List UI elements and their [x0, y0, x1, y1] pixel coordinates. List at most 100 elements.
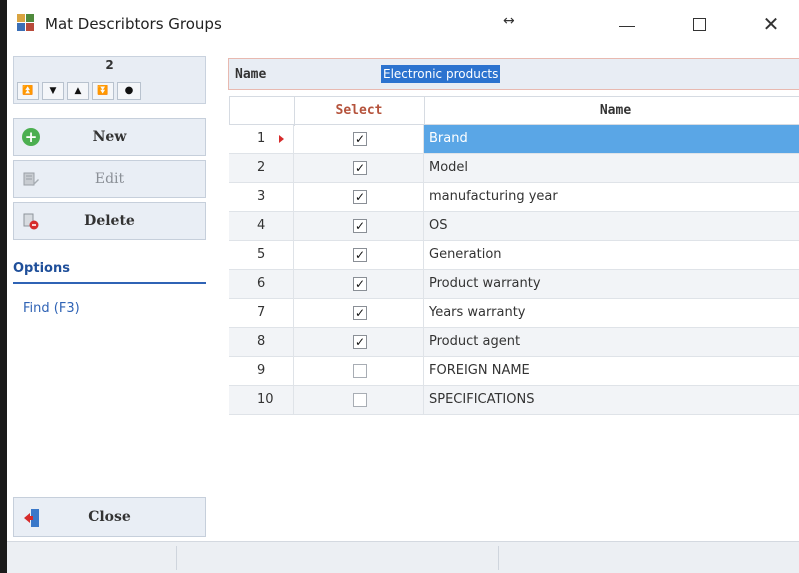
- record-number: 2: [105, 58, 114, 72]
- last-record-button[interactable]: ⏬: [92, 82, 114, 100]
- table-row[interactable]: 3 ✓ manufacturing year: [229, 183, 799, 212]
- select-checkbox[interactable]: ✓: [353, 306, 367, 320]
- grid-header: Select Name: [229, 96, 799, 126]
- window-title: Mat Describtors Groups: [45, 15, 222, 33]
- descriptor-name: Years warranty: [429, 305, 526, 320]
- column-divider: [423, 154, 424, 182]
- column-divider: [293, 386, 294, 414]
- select-checkbox[interactable]: [353, 364, 367, 378]
- app-icon: [17, 14, 35, 32]
- name-cell-background: [423, 125, 799, 153]
- table-row[interactable]: 9 FOREIGN NAME: [229, 357, 799, 386]
- row-number: 10: [257, 392, 274, 407]
- row-number: 2: [257, 160, 266, 175]
- close-window-button[interactable]: ✕: [751, 8, 791, 40]
- table-row[interactable]: 8 ✓ Product agent: [229, 328, 799, 357]
- edit-button-label: Edit: [94, 171, 125, 187]
- previous-record-button[interactable]: ▲: [67, 82, 89, 100]
- title-bar[interactable]: Mat Describtors Groups ↔ ✕: [7, 0, 799, 46]
- column-divider: [293, 154, 294, 182]
- minimize-icon: [619, 25, 635, 27]
- app-window: Mat Describtors Groups ↔ ✕ 2 ⏫ ▼ ▲ ⏬ ● +…: [0, 0, 799, 573]
- table-row[interactable]: 2 ✓ Model: [229, 154, 799, 183]
- descriptor-name: Model: [429, 160, 469, 175]
- select-column-header[interactable]: Select: [294, 103, 424, 118]
- select-checkbox[interactable]: ✓: [353, 277, 367, 291]
- select-checkbox[interactable]: ✓: [353, 161, 367, 175]
- select-checkbox[interactable]: ✓: [353, 335, 367, 349]
- options-divider: [13, 282, 206, 284]
- descriptor-name: Brand: [429, 131, 468, 146]
- table-row[interactable]: 7 ✓ Years warranty: [229, 299, 799, 328]
- name-cell-background: [423, 212, 799, 240]
- column-divider: [423, 241, 424, 269]
- row-number: 8: [257, 334, 266, 349]
- close-button-label: Close: [88, 509, 131, 525]
- column-divider: [293, 357, 294, 385]
- maximize-icon: [692, 17, 706, 31]
- row-number: 1: [257, 131, 266, 146]
- close-icon: ✕: [762, 12, 780, 36]
- column-divider: [423, 270, 424, 298]
- row-number: 7: [257, 305, 266, 320]
- row-number: 4: [257, 218, 266, 233]
- status-segment: [7, 546, 177, 570]
- row-number: 5: [257, 247, 266, 262]
- current-row-marker-icon: [279, 135, 284, 143]
- table-row[interactable]: 1 ✓ Brand: [229, 125, 799, 154]
- status-bar: [7, 541, 799, 573]
- table-row[interactable]: 10 SPECIFICATIONS: [229, 386, 799, 415]
- name-column-header[interactable]: Name: [424, 103, 799, 118]
- new-button[interactable]: + New: [13, 118, 206, 156]
- column-divider: [423, 183, 424, 211]
- table-row[interactable]: 6 ✓ Product warranty: [229, 270, 799, 299]
- current-record-button[interactable]: ●: [117, 82, 141, 100]
- new-button-label: New: [92, 129, 127, 145]
- column-divider: [423, 357, 424, 385]
- row-number: 6: [257, 276, 266, 291]
- column-divider: [293, 212, 294, 240]
- close-button[interactable]: Close: [13, 497, 206, 537]
- options-header: Options: [13, 261, 70, 276]
- status-segment: [177, 546, 499, 570]
- left-panel: 2 ⏫ ▼ ▲ ⏬ ● + New Edit Delete Options Fi…: [7, 56, 207, 541]
- select-checkbox[interactable]: [353, 393, 367, 407]
- descriptor-name: SPECIFICATIONS: [429, 392, 535, 407]
- minimize-button[interactable]: [607, 8, 647, 40]
- edit-button[interactable]: Edit: [13, 160, 206, 198]
- row-number: 9: [257, 363, 266, 378]
- column-divider: [293, 299, 294, 327]
- column-divider: [423, 212, 424, 240]
- column-divider: [293, 125, 294, 153]
- name-label: Name: [235, 67, 267, 82]
- name-input[interactable]: Electronic products: [381, 65, 501, 83]
- first-record-button[interactable]: ⏫: [17, 82, 39, 100]
- table-row[interactable]: 5 ✓ Generation: [229, 241, 799, 270]
- select-checkbox[interactable]: ✓: [353, 219, 367, 233]
- descriptor-name: manufacturing year: [429, 189, 558, 204]
- maximize-button[interactable]: [679, 8, 719, 40]
- column-divider: [423, 299, 424, 327]
- column-divider: [293, 270, 294, 298]
- find-link[interactable]: Find (F3): [23, 301, 80, 316]
- descriptor-name: FOREIGN NAME: [429, 363, 530, 378]
- column-divider: [423, 328, 424, 356]
- column-divider: [423, 386, 424, 414]
- select-checkbox[interactable]: ✓: [353, 248, 367, 262]
- descriptor-name: OS: [429, 218, 448, 233]
- column-divider: [293, 328, 294, 356]
- delete-button[interactable]: Delete: [13, 202, 206, 240]
- resize-arrows-icon: ↔: [503, 13, 515, 29]
- descriptor-name: Product agent: [429, 334, 521, 349]
- name-cell-background: [423, 154, 799, 182]
- row-number: 3: [257, 189, 266, 204]
- next-record-button[interactable]: ▼: [42, 82, 64, 100]
- descriptor-name: Generation: [429, 247, 502, 262]
- select-checkbox[interactable]: ✓: [353, 190, 367, 204]
- column-divider: [293, 241, 294, 269]
- column-divider: [423, 125, 424, 153]
- name-field-row: Name Electronic products: [228, 58, 799, 90]
- table-row[interactable]: 4 ✓ OS: [229, 212, 799, 241]
- select-checkbox[interactable]: ✓: [353, 132, 367, 146]
- column-divider: [293, 183, 294, 211]
